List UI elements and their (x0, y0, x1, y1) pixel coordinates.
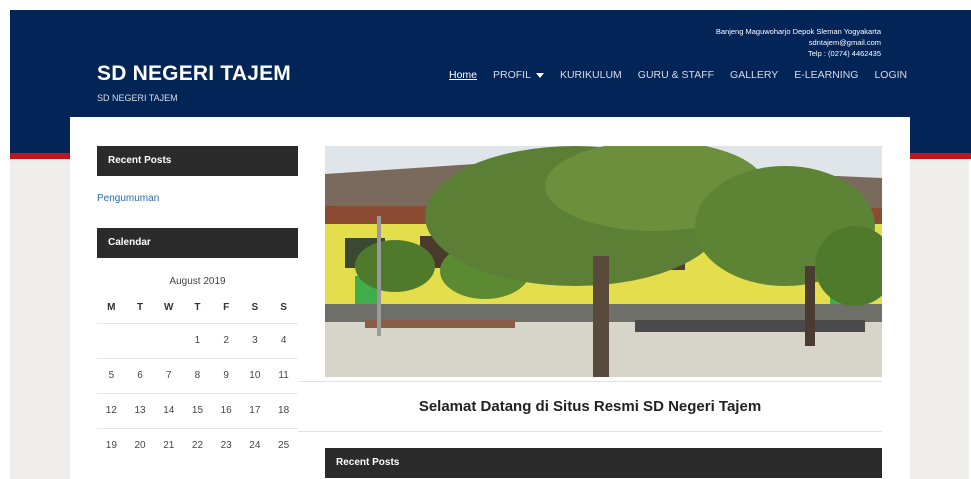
weekday-thu: T (194, 301, 201, 313)
contact-email: sdntajem@gmail.com (808, 38, 881, 47)
divider-bottom (298, 431, 882, 432)
nav-gallery[interactable]: GALLERY (730, 69, 778, 81)
weekday-wed: W (164, 301, 174, 313)
calendar-week: 1 2 3 4 (97, 322, 298, 358)
calendar-day: 11 (269, 357, 298, 393)
calendar-day: 20 (125, 427, 155, 463)
nav-profil[interactable]: PROFIL (493, 69, 544, 81)
calendar-day: 21 (154, 427, 184, 463)
calendar-weekdays: M T W T F S S (97, 292, 298, 323)
weekday-fri: F (223, 301, 230, 313)
nav-guru-staff[interactable]: GURU & STAFF (638, 69, 714, 81)
calendar-day: 13 (125, 392, 155, 428)
calendar-day: 7 (154, 357, 184, 393)
caret-down-icon (535, 72, 544, 78)
welcome-heading: Selamat Datang di Situs Resmi SD Negeri … (418, 398, 762, 415)
calendar-day (97, 322, 126, 358)
calendar-day: 2 (211, 322, 241, 358)
calendar-day: 16 (211, 392, 241, 428)
calendar-day: 14 (154, 392, 184, 428)
calendar-table: M T W T F S S 1 2 3 4 5 6 7 8 9 10 11 12… (97, 292, 298, 463)
calendar-caption: August 2019 (169, 276, 226, 287)
calendar-day: 5 (97, 357, 126, 393)
contact-address: Banjeng Maguwoharjo Depok Sleman Yogyaka… (715, 27, 881, 36)
calendar-day: 18 (269, 392, 298, 428)
calendar-day: 15 (183, 392, 212, 428)
calendar-week: 12 13 14 15 16 17 18 (97, 392, 298, 428)
nav-profil-label: PROFIL (493, 69, 531, 81)
calendar-day: 8 (183, 357, 212, 393)
calendar-day: 6 (125, 357, 155, 393)
nav-login[interactable]: LOGIN (874, 69, 907, 81)
header-accent-right (910, 153, 971, 159)
calendar-day: 19 (97, 427, 126, 463)
main-nav: Home PROFIL KURIKULUM GURU & STAFF GALLE… (449, 69, 907, 81)
contact-phone: Telp : (0274) 4462435 (808, 49, 881, 58)
weekday-tue: T (137, 301, 144, 313)
site-title[interactable]: SD NEGERI TAJEM (97, 62, 291, 86)
contact-info: Banjeng Maguwoharjo Depok Sleman Yogyaka… (716, 26, 881, 59)
calendar-day (125, 322, 155, 358)
calendar-day: 4 (269, 322, 298, 358)
nav-e-learning[interactable]: E-LEARNING (794, 69, 858, 81)
calendar-day: 23 (211, 427, 241, 463)
sidebar-calendar-title: Calendar (97, 228, 298, 258)
calendar-day: 22 (183, 427, 212, 463)
calendar-week: 19 20 21 22 23 24 25 (97, 427, 298, 463)
divider-top (298, 381, 882, 382)
weekday-sat: S (251, 301, 259, 313)
nav-kurikulum[interactable]: KURIKULUM (560, 69, 622, 81)
calendar-day: 9 (211, 357, 241, 393)
calendar-week: 5 6 7 8 9 10 11 (97, 357, 298, 393)
sidebar-recent-posts-title: Recent Posts (97, 146, 298, 176)
school-photo-illustration (325, 146, 882, 377)
main-recent-posts-title: Recent Posts (325, 448, 882, 478)
calendar-day: 10 (240, 357, 270, 393)
calendar-day (154, 322, 184, 358)
hero-school-photo (325, 146, 882, 377)
weekday-sun: S (280, 301, 287, 313)
calendar-day: 1 (183, 322, 212, 358)
calendar-day: 3 (240, 322, 270, 358)
calendar-day: 25 (269, 427, 298, 463)
calendar-day: 24 (240, 427, 270, 463)
nav-home[interactable]: Home (449, 69, 477, 81)
site-subtitle: SD NEGERI TAJEM (97, 93, 178, 103)
weekday-mon: M (107, 301, 116, 313)
calendar-day: 12 (97, 392, 126, 428)
recent-post-link[interactable]: Pengumuman (97, 193, 159, 204)
calendar-day: 17 (240, 392, 270, 428)
header-accent-left (10, 153, 70, 159)
